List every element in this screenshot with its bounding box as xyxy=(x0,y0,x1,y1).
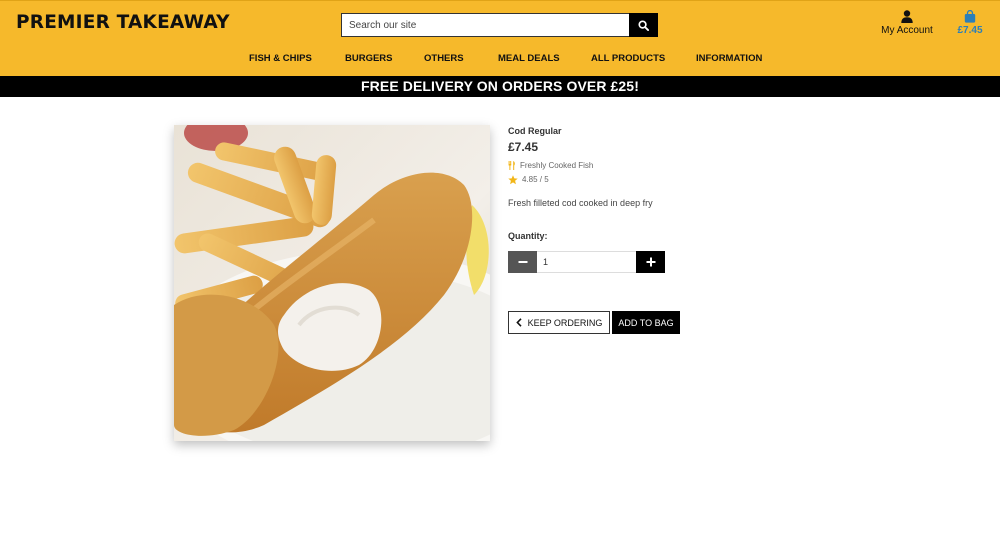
increment-button[interactable] xyxy=(636,251,665,273)
shopping-bag-icon xyxy=(964,10,976,23)
product-name: Cod Regular xyxy=(508,126,562,136)
chevron-left-icon xyxy=(515,318,522,327)
site-header: PREMIER TAKEAWAY My Account £7.45 FISH &… xyxy=(0,0,1000,76)
keep-ordering-label: KEEP ORDERING xyxy=(527,317,603,328)
product-price: £7.45 xyxy=(508,140,539,154)
user-icon xyxy=(901,10,913,23)
product-category: Freshly Cooked Fish xyxy=(508,160,808,171)
quantity-label: Quantity: xyxy=(508,231,548,241)
category-label: Freshly Cooked Fish xyxy=(520,161,594,170)
main-nav: FISH & CHIPS BURGERS OTHERS MEAL DEALS A… xyxy=(0,53,1000,69)
search-button[interactable] xyxy=(629,13,658,37)
nav-item-others[interactable]: OTHERS xyxy=(424,53,464,64)
nav-item-burgers[interactable]: BURGERS xyxy=(345,53,393,64)
search-input[interactable] xyxy=(341,13,629,37)
quantity-stepper xyxy=(508,251,665,273)
brand-logo[interactable]: PREMIER TAKEAWAY xyxy=(16,12,230,33)
my-account-link[interactable]: My Account xyxy=(876,10,938,36)
rating-label: 4.85 / 5 xyxy=(522,175,549,184)
star-icon xyxy=(508,174,518,185)
nav-item-all-products[interactable]: ALL PRODUCTS xyxy=(591,53,665,64)
keep-ordering-button[interactable]: KEEP ORDERING xyxy=(508,311,610,334)
decrement-button[interactable] xyxy=(508,251,537,273)
bag-total: £7.45 xyxy=(957,25,983,36)
product-image xyxy=(174,125,490,441)
utensils-icon xyxy=(508,161,516,170)
quantity-input[interactable] xyxy=(537,251,636,273)
minus-icon xyxy=(518,261,527,263)
product-actions: KEEP ORDERING ADD TO BAG xyxy=(508,311,680,334)
search-bar xyxy=(341,13,658,37)
product-description: Fresh filleted cod cooked in deep fry xyxy=(508,198,653,208)
account-label: My Account xyxy=(881,25,933,36)
search-icon xyxy=(638,19,649,31)
nav-item-information[interactable]: INFORMATION xyxy=(696,53,762,64)
product-details: Cod Regular £7.45 Freshly Cooked Fish 4.… xyxy=(508,126,808,334)
nav-item-meal-deals[interactable]: MEAL DEALS xyxy=(498,53,560,64)
add-to-bag-button[interactable]: ADD TO BAG xyxy=(612,311,680,334)
product-rating: 4.85 / 5 xyxy=(508,174,808,185)
nav-item-fish-chips[interactable]: FISH & CHIPS xyxy=(249,53,312,64)
shopping-bag-link[interactable]: £7.45 xyxy=(952,10,988,36)
plus-icon xyxy=(646,257,655,267)
promo-banner: FREE DELIVERY ON ORDERS OVER £25! xyxy=(0,76,1000,97)
